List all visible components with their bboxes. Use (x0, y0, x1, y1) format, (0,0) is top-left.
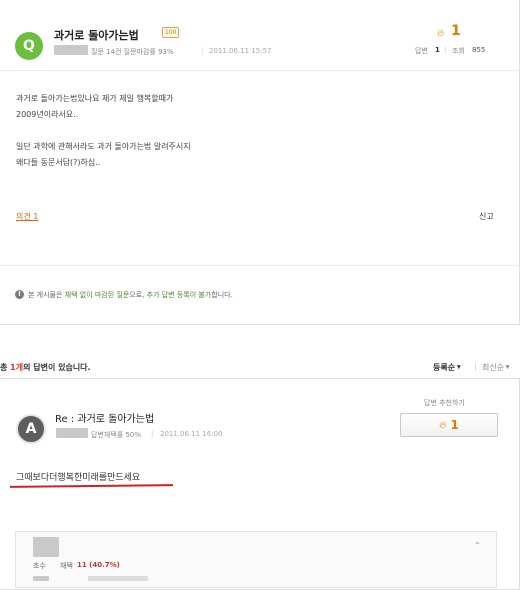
answers-header-suffix: 의 답변이 있습니다. (23, 363, 91, 372)
like-count: 1 (451, 23, 461, 39)
report-link[interactable]: 신고 (479, 211, 494, 222)
recommend-icon: 🔥︎ (439, 419, 447, 431)
opinion-link[interactable]: 의견 1 (16, 211, 38, 222)
question-title: 과거로 돌아가는법 (54, 29, 139, 42)
profile-adopt-label: 채택 (60, 562, 73, 570)
question-body-line-1: 과거로 돌아가는법있나요 제가 제일 행복할때가 (16, 94, 174, 103)
answer-label: 답변 (415, 47, 428, 55)
meta-divider: | (201, 47, 204, 55)
info-icon: ! (15, 290, 24, 299)
notice-suffix: 합니다. (211, 291, 233, 299)
view-label: 조회 (452, 47, 465, 55)
answer-date: 2011.06.11 16:00 (160, 430, 223, 438)
notice-highlight-2: 추가 답변 등록이 불가 (146, 291, 212, 299)
question-body-line-5: 왜다들 동문서답(?)하심.. (16, 158, 101, 167)
answer-avatar: A (16, 414, 46, 444)
view-count: 855 (472, 46, 486, 54)
recommend-label: 답변 추천하기 (424, 399, 465, 407)
answers-header-count: 1개 (10, 363, 24, 372)
like-icon[interactable]: 🔥︎ (437, 28, 444, 39)
question-author-blurred (54, 45, 88, 55)
profile-collapse-icon[interactable]: ⌃ (474, 541, 481, 550)
sort-divider: | (474, 362, 477, 371)
notice-highlight-1: 채택 없이 마감된 질문 (64, 291, 130, 299)
answer-meta-divider: | (151, 430, 154, 438)
notice-divider (0, 265, 519, 266)
profile-adopt-value: 11 (40.7%) (77, 561, 120, 569)
header-divider (0, 70, 519, 71)
answers-count-header: 총 1개의 답변이 있습니다. (0, 362, 91, 373)
recommend-count: 1 (450, 418, 459, 432)
sort-registered[interactable]: 등록순 ▼ (433, 362, 461, 373)
question-meta-stats: 질문 14건 질문마감률 93% (91, 48, 174, 56)
answer-author-blurred (56, 428, 88, 438)
profile-extra-text-blurred (88, 576, 148, 581)
answer-title: Re : 과거로 돌아가는법 (55, 414, 155, 425)
notice-mid: 으로, (129, 291, 147, 299)
section-gap (0, 325, 520, 352)
answerer-photo-blurred (33, 537, 59, 557)
sort-registered-label: 등록순 (433, 363, 456, 372)
question-body-line-2: 2009년이라서요.. (16, 110, 79, 119)
sort-latest-arrow-icon: ▼ (504, 364, 510, 371)
question-avatar: Q (15, 32, 43, 60)
answer-count: 1 (435, 46, 440, 54)
stats-divider: | (444, 46, 447, 54)
answers-header-prefix: 총 (0, 363, 11, 372)
sort-latest[interactable]: 최신순 ▼ (482, 362, 510, 373)
answer-body: 그때보다더행복한미래를만드세요 (16, 473, 141, 483)
sort-registered-arrow-icon: ▼ (455, 364, 461, 371)
profile-grade: 초수 (33, 562, 46, 570)
question-body-line-4: 일단 과학에 관해서라도 과거 돌아가는법 알려주시지 (16, 142, 191, 151)
question-badge: 100 (162, 27, 180, 38)
notice-prefix: 본 게시물은 (28, 291, 65, 299)
question-date: 2011.06.11 15:57 (209, 47, 272, 55)
sort-latest-label: 최신순 (482, 363, 505, 372)
closed-notice: 본 게시물은 채택 없이 마감된 질문으로, 추가 답변 등록이 불가합니다. (28, 290, 233, 300)
profile-extra-blurred (33, 576, 49, 581)
recommend-button[interactable]: 🔥︎ 1 (400, 413, 498, 437)
answer-meta-stats: 답변채택률 50% (91, 431, 141, 439)
